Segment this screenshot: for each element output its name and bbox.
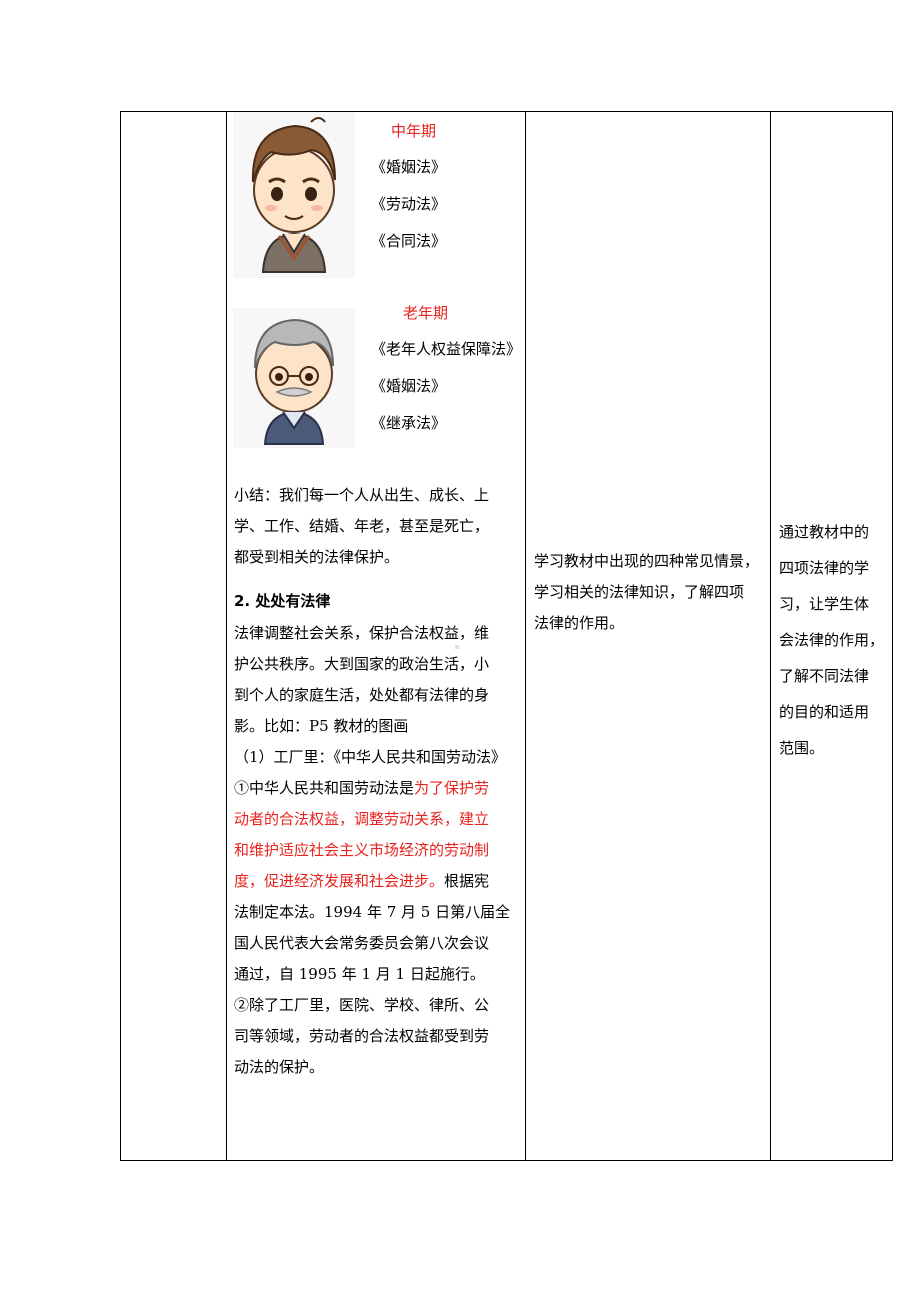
student-activity-text: 学习教材中出现的四种常见情景， 学习相关的法律知识，了解四项 法律的作用。 [534, 546, 770, 639]
law-elderly-rights: 《老年人权益保障法》 [371, 340, 522, 358]
design-intent-cell: 通过教材中的 四项法律的学 习，让学生体 会法律的作用， 了解不同法律 的目的和… [770, 111, 893, 1161]
intent-line: 习，让学生体 [779, 595, 870, 613]
law-desc-line: ①中华人民共和国劳动法是为了保护劳 [234, 779, 490, 797]
content-column-cell: 中年期 《婚姻法》 《劳动法》 《合同法》 老年期 《老年人权益保障法》 《婚姻… [226, 111, 526, 1161]
point2-line: 司等领域，劳动者的合法权益都受到劳 [234, 1027, 490, 1045]
body-line: 影。比如：P5 教材的图画 [234, 717, 409, 735]
student-activity-cell: 学习教材中出现的四种常见情景， 学习相关的法律知识，了解四项 法律的作用。 [525, 111, 771, 1161]
point2-line: 动法的保护。 [234, 1058, 325, 1076]
summary-line: 都受到相关的法律保护。 [234, 548, 400, 566]
intent-line: 通过教材中的 [779, 523, 870, 541]
old-age-title: 老年期 [403, 304, 449, 322]
old-age-block: 老年期 《老年人权益保障法》 《婚姻法》 《继承法》 [233, 302, 523, 472]
body-line: 护公共秩序。大到国家的政治生活，小 [234, 655, 490, 673]
summary-paragraph: 小结：我们每一个人从出生、成长、上 学、工作、结婚、年老，甚至是死亡， 都受到相… [234, 480, 524, 573]
stage-column-cell [120, 111, 227, 1161]
law-marriage: 《婚姻法》 [371, 158, 447, 176]
middle-aged-man-avatar [233, 112, 355, 278]
law-inheritance: 《继承法》 [371, 414, 447, 432]
intent-line: 会法律的作用， [779, 631, 885, 649]
law-desc-line: 通过，自 1995 年 1 月 1 日起施行。 [234, 965, 485, 983]
intent-line: 的目的和适用 [779, 703, 870, 721]
body-line: 法律调整社会关系，保护合法权益，维 [234, 624, 490, 642]
middle-age-title: 中年期 [391, 122, 437, 140]
elderly-man-avatar [233, 308, 355, 448]
law-desc-line: 动者的合法权益，调整劳动关系，建立 [234, 810, 490, 828]
intent-line: 四项法律的学 [779, 559, 870, 577]
table-row: 中年期 《婚姻法》 《劳动法》 《合同法》 老年期 《老年人权益保障法》 《婚姻… [120, 111, 893, 1161]
law-desc-line: 法制定本法。1994 年 7 月 5 日第八届全 [234, 903, 511, 921]
body-line: （1）工厂里：《中华人民共和国劳动法》 [234, 748, 507, 766]
stray-mark [455, 645, 459, 649]
activity-line: 法律的作用。 [534, 614, 625, 632]
point2-line: ②除了工厂里，医院、学校、律所、公 [234, 996, 490, 1014]
body-paragraph: 法律调整社会关系，保护合法权益，维 护公共秩序。大到国家的政治生活，小 到个人的… [234, 618, 524, 1083]
activity-line: 学习相关的法律知识，了解四项 [534, 583, 745, 601]
law-contract: 《合同法》 [371, 232, 447, 250]
law-desc-line: 国人民代表大会常务委员会第八次会议 [234, 934, 490, 952]
intent-line: 范围。 [779, 739, 825, 757]
law-desc-line: 度，促进经济发展和社会进步。根据宪 [234, 872, 490, 890]
law-labor: 《劳动法》 [371, 195, 447, 213]
intent-line: 了解不同法律 [779, 667, 870, 685]
law-desc-line: 和维护适应社会主义市场经济的劳动制 [234, 841, 490, 859]
section-heading: 2. 处处有法律 [234, 592, 331, 610]
summary-line: 小结：我们每一个人从出生、成长、上 [234, 486, 490, 504]
middle-age-block: 中年期 《婚姻法》 《劳动法》 《合同法》 [233, 112, 523, 282]
activity-line: 学习教材中出现的四种常见情景， [534, 552, 760, 570]
lesson-table: 中年期 《婚姻法》 《劳动法》 《合同法》 老年期 《老年人权益保障法》 《婚姻… [120, 111, 893, 1161]
design-intent-text: 通过教材中的 四项法律的学 习，让学生体 会法律的作用， 了解不同法律 的目的和… [779, 514, 887, 766]
body-line: 到个人的家庭生活，处处都有法律的身 [234, 686, 490, 704]
summary-line: 学、工作、结婚、年老，甚至是死亡， [234, 517, 490, 535]
law-marriage: 《婚姻法》 [371, 377, 447, 395]
